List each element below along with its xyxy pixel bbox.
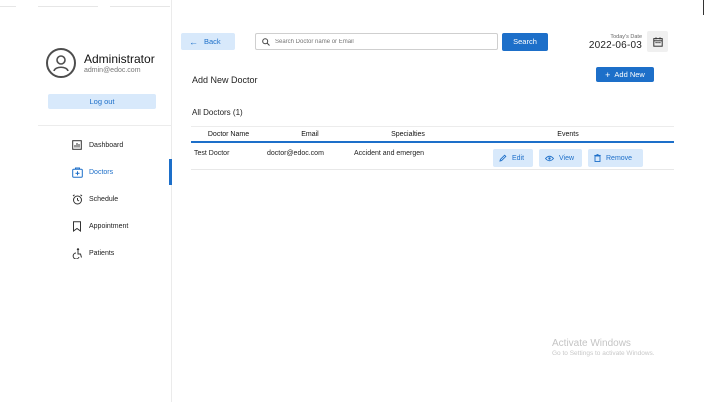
activate-windows-subtitle: Go to Settings to activate Windows. xyxy=(552,350,655,357)
sidebar-item-schedule[interactable]: Schedule xyxy=(0,186,172,212)
search-input[interactable] xyxy=(275,38,485,45)
logout-button[interactable]: Log out xyxy=(48,94,156,109)
sidebar-item-label: Patients xyxy=(89,249,115,257)
edit-label: Edit xyxy=(512,154,525,162)
arrow-left-icon: ← xyxy=(189,36,198,47)
doctor-name-cell: Test Doctor xyxy=(194,150,230,157)
sidebar-item-doctors[interactable]: Doctors xyxy=(0,159,172,185)
sidebar: Administrator admin@edoc.com Log out Das… xyxy=(0,0,172,402)
calendar-icon xyxy=(652,36,663,47)
plus-icon: + xyxy=(605,69,611,80)
alarm-icon xyxy=(71,193,83,205)
back-button[interactable]: ← Back xyxy=(181,33,235,50)
edit-button[interactable]: Edit xyxy=(493,149,533,167)
doctors-table: Doctor Name Email Specialties Events Tes… xyxy=(191,126,674,170)
sidebar-item-label: Appointment xyxy=(89,222,129,230)
table-header: Doctor Name Email Specialties Events xyxy=(191,126,674,143)
doctor-email-cell: doctor@edoc.com xyxy=(267,150,324,157)
add-new-button[interactable]: + Add New xyxy=(596,67,654,82)
profile-name: Administrator xyxy=(84,51,155,66)
activate-windows-title: Activate Windows xyxy=(552,338,631,349)
sidebar-item-label: Dashboard xyxy=(89,141,124,149)
column-header: Email xyxy=(301,131,319,138)
dashboard-icon xyxy=(71,139,83,151)
bookmark-icon xyxy=(71,220,83,232)
sidebar-item-dashboard[interactable]: Dashboard xyxy=(0,132,172,158)
calendar-button[interactable] xyxy=(647,31,668,52)
column-header: Events xyxy=(557,131,579,138)
page-title: Add New Doctor xyxy=(192,75,258,85)
trash-icon xyxy=(594,154,601,162)
profile-email: admin@edoc.com xyxy=(84,66,141,74)
sidebar-item-label: Doctors xyxy=(89,168,114,176)
eye-icon xyxy=(545,155,554,162)
sidebar-item-label: Schedule xyxy=(89,195,119,203)
pencil-icon xyxy=(499,154,507,162)
search-box[interactable] xyxy=(255,33,498,50)
column-header: Doctor Name xyxy=(207,131,250,138)
sidebar-item-patients[interactable]: Patients xyxy=(0,240,172,266)
avatar xyxy=(46,48,76,78)
view-label: View xyxy=(559,154,575,162)
doctor-specialty-cell: Accident and emergen xyxy=(354,150,425,157)
table-row: Test Doctor doctor@edoc.com Accident and… xyxy=(191,143,674,170)
column-header: Specialties xyxy=(391,131,425,138)
back-label: Back xyxy=(204,37,221,46)
accessibility-icon xyxy=(71,247,83,259)
profile-card: Administrator admin@edoc.com xyxy=(46,48,155,78)
sidebar-divider xyxy=(38,125,172,126)
doctor-icon xyxy=(71,166,83,178)
text-cursor xyxy=(703,0,704,15)
add-new-label: Add New xyxy=(614,70,645,79)
section-title: All Doctors (1) xyxy=(192,108,243,117)
search-button[interactable]: Search xyxy=(502,33,548,51)
remove-label: Remove xyxy=(606,154,633,162)
remove-button[interactable]: Remove xyxy=(588,149,643,167)
date-value: 2022-06-03 xyxy=(588,40,642,51)
view-button[interactable]: View xyxy=(539,149,582,167)
search-icon xyxy=(262,33,270,51)
user-icon xyxy=(53,55,69,72)
sidebar-item-appointment[interactable]: Appointment xyxy=(0,213,172,239)
